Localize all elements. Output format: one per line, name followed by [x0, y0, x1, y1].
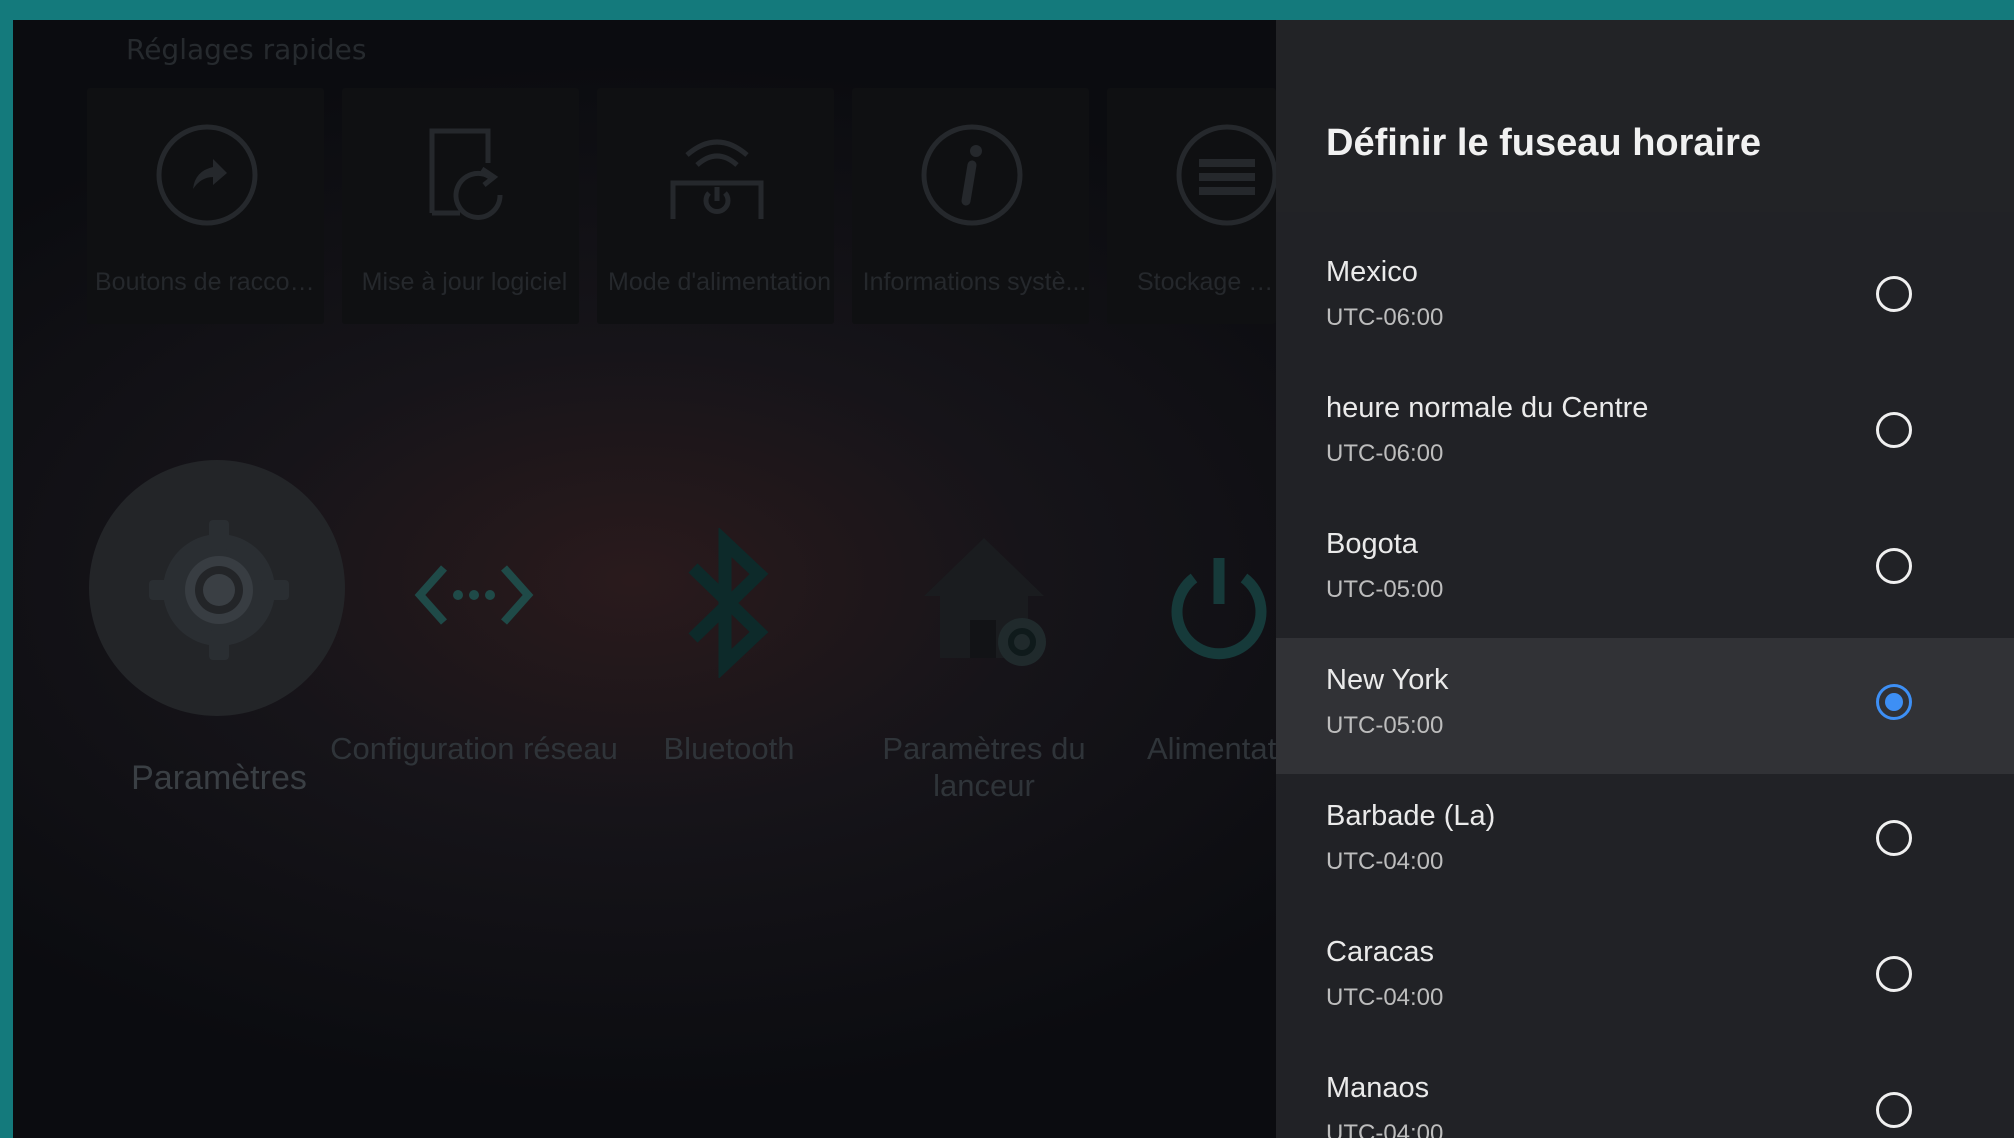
tv-screen: Réglages rapides Boutons de raccou... Mi… — [13, 20, 2014, 1138]
network-icon — [414, 565, 534, 625]
quick-tile-power-mode[interactable]: Mode d'alimentation — [597, 88, 834, 324]
timezone-offset: UTC-06:00 — [1326, 440, 1444, 467]
radio-button[interactable] — [1876, 1092, 1912, 1128]
radio-button[interactable] — [1876, 276, 1912, 312]
timezone-name: Barbade (La) — [1326, 800, 1496, 832]
timezone-offset: UTC-04:00 — [1326, 984, 1444, 1011]
power-mode-icon — [670, 139, 764, 219]
quick-tile-storage[interactable]: Stockage rés... — [1107, 88, 1276, 324]
timezone-panel: Définir le fuseau horaire Mexico UTC-06:… — [1276, 20, 2014, 1138]
timezone-item-barbados[interactable]: Barbade (La) UTC-04:00 — [1276, 774, 2014, 910]
timezone-item-manaos[interactable]: Manaos UTC-04:00 — [1276, 1046, 2014, 1138]
shortcut-arrow-icon — [156, 124, 258, 226]
timezone-name: Caracas — [1326, 936, 1434, 968]
quick-tile-label: Boutons de raccou... — [95, 268, 324, 296]
timezone-offset: UTC-04:00 — [1326, 1120, 1444, 1138]
quick-tile-label: Mode d'alimentation — [608, 268, 831, 296]
quick-tile-label: Mise à jour logiciel — [361, 268, 568, 296]
quick-tile-label: Stockage rés... — [1137, 268, 1276, 296]
info-icon — [921, 124, 1023, 226]
app-power[interactable]: Alimentati... — [1109, 460, 1276, 820]
timezone-offset: UTC-05:00 — [1326, 712, 1444, 739]
panel-header: Définir le fuseau horaire — [1276, 20, 2014, 212]
timezone-item-new-york[interactable]: New York UTC-05:00 — [1276, 638, 2014, 774]
timezone-offset: UTC-04:00 — [1326, 848, 1444, 875]
quick-tile-shortcut-buttons[interactable]: Boutons de raccou... — [87, 88, 324, 324]
storage-icon — [1176, 124, 1276, 226]
panel-title: Définir le fuseau horaire — [1326, 122, 1762, 164]
radio-button[interactable] — [1876, 820, 1912, 856]
timezone-offset: UTC-05:00 — [1326, 576, 1444, 603]
radio-button[interactable] — [1876, 956, 1912, 992]
radio-button[interactable] — [1876, 548, 1912, 584]
timezone-name: New York — [1326, 664, 1449, 696]
quick-tile-label: Informations systè... — [862, 268, 1087, 296]
quick-settings-title: Réglages rapides — [126, 33, 367, 66]
timezone-item-bogota[interactable]: Bogota UTC-05:00 — [1276, 502, 2014, 638]
quick-tile-software-update[interactable]: Mise à jour logiciel — [342, 88, 579, 324]
radio-button[interactable] — [1876, 412, 1912, 448]
timezone-item-central[interactable]: heure normale du Centre UTC-06:00 — [1276, 366, 2014, 502]
software-update-icon — [429, 128, 503, 220]
timezone-name: Mexico — [1326, 256, 1418, 288]
app-label: Alimentati... — [1147, 731, 1276, 766]
timezone-item-mexico[interactable]: Mexico UTC-06:00 — [1276, 230, 2014, 366]
timezone-name: Bogota — [1326, 528, 1418, 560]
bluetooth-icon — [688, 528, 769, 678]
gear-icon — [149, 520, 289, 660]
app-label: Paramètres du lanceur — [882, 731, 1086, 803]
timezone-name: Manaos — [1326, 1072, 1430, 1104]
launcher-home-icon — [924, 538, 1046, 666]
radio-button-selected[interactable] — [1876, 684, 1912, 720]
power-icon — [1171, 558, 1267, 660]
timezone-offset: UTC-06:00 — [1326, 304, 1444, 331]
timezone-item-caracas[interactable]: Caracas UTC-04:00 — [1276, 910, 2014, 1046]
timezone-name: heure normale du Centre — [1326, 392, 1649, 424]
quick-tile-system-info[interactable]: Informations systè... — [852, 88, 1089, 324]
